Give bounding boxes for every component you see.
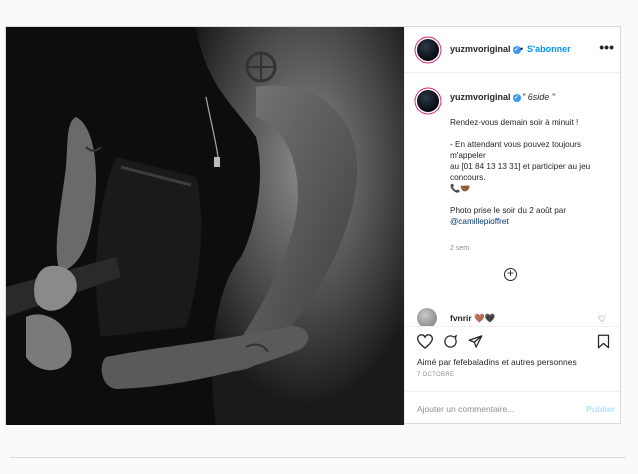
add-comment-input[interactable] bbox=[417, 402, 567, 416]
load-more-comments-icon[interactable]: + bbox=[504, 267, 517, 281]
post-sidebar: yuzmvoriginal ✓ • S'abonner ••• yuzmvorig… bbox=[404, 27, 622, 423]
commenter-avatar[interactable] bbox=[417, 308, 437, 327]
page-divider bbox=[10, 457, 626, 458]
post-time-ago[interactable]: 2 sem bbox=[450, 245, 469, 252]
comments-section: yuzmvoriginal ✓ " 6side " Rendez-vous dem… bbox=[405, 73, 622, 327]
caption-text: Rendez-vous demain soir à minuit ! - En … bbox=[450, 118, 591, 215]
post-photo[interactable] bbox=[6, 27, 404, 425]
commenter-username[interactable]: fvnrir bbox=[450, 313, 472, 323]
post-date[interactable]: 7 OCTOBRE bbox=[417, 372, 454, 378]
add-comment-bar: Publier bbox=[405, 391, 622, 425]
more-options-icon[interactable]: ••• bbox=[599, 39, 614, 55]
caption-author-avatar[interactable] bbox=[417, 90, 439, 112]
author-username[interactable]: yuzmvoriginal ✓ bbox=[450, 44, 521, 54]
header-separator: • bbox=[520, 44, 524, 54]
caption-username[interactable]: yuzmvoriginal ✓ bbox=[450, 92, 521, 102]
post-actions: Aimé par fefebaladins et autres personne… bbox=[405, 326, 622, 425]
photo-image bbox=[6, 27, 404, 425]
comment-item: fvnrir 🤎🖤 bbox=[450, 313, 495, 324]
caption-title: " 6side " bbox=[522, 92, 555, 102]
caption-body: Rendez-vous demain soir à minuit ! - En … bbox=[450, 117, 610, 227]
comment-like-icon[interactable]: ♡ bbox=[598, 314, 606, 325]
post-modal: yuzmvoriginal ✓ • S'abonner ••• yuzmvorig… bbox=[5, 26, 622, 425]
likes-summary[interactable]: Aimé par fefebaladins et autres personne… bbox=[417, 357, 577, 367]
share-send-icon[interactable] bbox=[468, 334, 483, 352]
author-avatar[interactable] bbox=[417, 39, 439, 61]
like-heart-icon[interactable] bbox=[416, 334, 434, 352]
follow-button[interactable]: S'abonner bbox=[527, 44, 571, 54]
save-bookmark-icon[interactable] bbox=[597, 334, 610, 352]
verified-badge-icon: ✓ bbox=[512, 93, 521, 102]
comment-text: 🤎🖤 bbox=[474, 313, 496, 323]
post-header: yuzmvoriginal ✓ • S'abonner ••• bbox=[405, 27, 622, 73]
publish-button[interactable]: Publier bbox=[586, 404, 615, 414]
comment-bubble-icon[interactable] bbox=[443, 334, 458, 352]
author-username-text[interactable]: yuzmvoriginal bbox=[450, 44, 511, 54]
caption-mention-link[interactable]: @camillepioffret bbox=[450, 217, 509, 226]
caption-username-text[interactable]: yuzmvoriginal bbox=[450, 92, 511, 102]
